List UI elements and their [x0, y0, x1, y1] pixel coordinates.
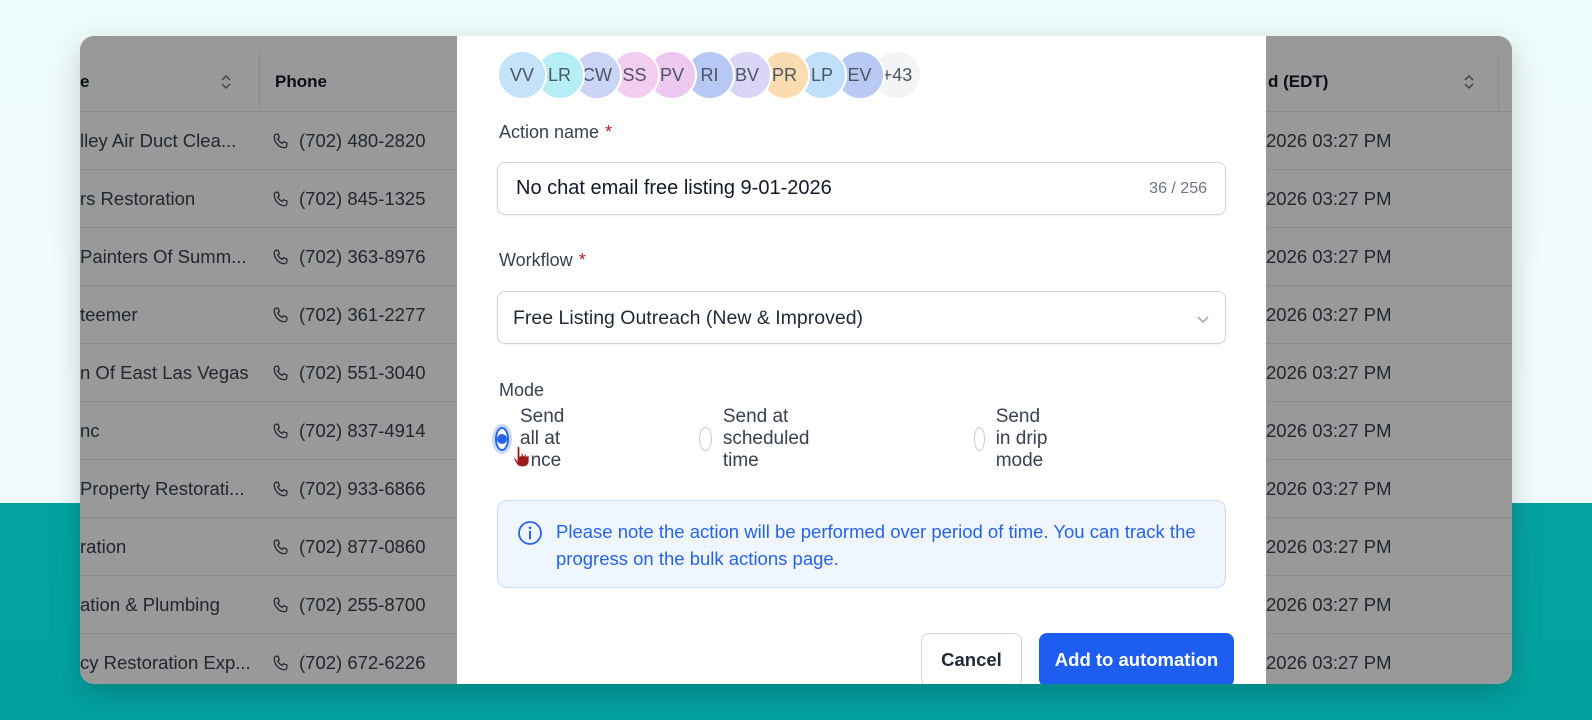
radio-button[interactable]: [974, 427, 985, 451]
action-name-value: No chat email free listing 9-01-2026: [516, 177, 832, 199]
action-name-input[interactable]: No chat email free listing 9-01-2026 36 …: [497, 162, 1226, 215]
mode-option-drip[interactable]: Send in drip mode: [974, 406, 1057, 471]
chevron-down-icon: [1197, 316, 1209, 324]
workflow-label: Workflow *: [499, 250, 586, 271]
action-name-label: Action name *: [499, 122, 612, 143]
info-icon: [518, 521, 542, 545]
info-alert: Please note the action will be performed…: [497, 500, 1226, 588]
cancel-button[interactable]: Cancel: [921, 633, 1022, 684]
mode-label-text: Mode: [499, 380, 545, 400]
workflow-select[interactable]: Free Listing Outreach (New & Improved): [497, 291, 1226, 344]
required-mark: *: [578, 250, 586, 270]
add-to-automation-button[interactable]: Add to automation: [1039, 633, 1234, 684]
radio-button[interactable]: [699, 427, 712, 451]
avatar: VV: [497, 50, 547, 100]
mode-label: Mode: [499, 380, 544, 401]
workflow-label-text: Workflow: [499, 250, 573, 270]
radio-label: Send in drip mode: [995, 406, 1048, 471]
radio-button[interactable]: [495, 427, 509, 451]
character-count: 36 / 256: [1149, 180, 1207, 197]
add-to-automation-modal: VV LR CW SS PV RI BV PR LP EV +43 Action name * No …: [457, 36, 1266, 684]
workflow-selected-value: Free Listing Outreach (New & Improved): [513, 307, 864, 329]
hand-cursor-icon: [513, 445, 530, 468]
info-message: Please note the action will be performed…: [556, 521, 1196, 569]
mode-option-scheduled[interactable]: Send at scheduled time: [699, 406, 821, 471]
radio-label: Send at scheduled time: [722, 406, 810, 471]
required-mark: *: [605, 122, 613, 142]
action-name-label-text: Action name: [499, 122, 600, 142]
